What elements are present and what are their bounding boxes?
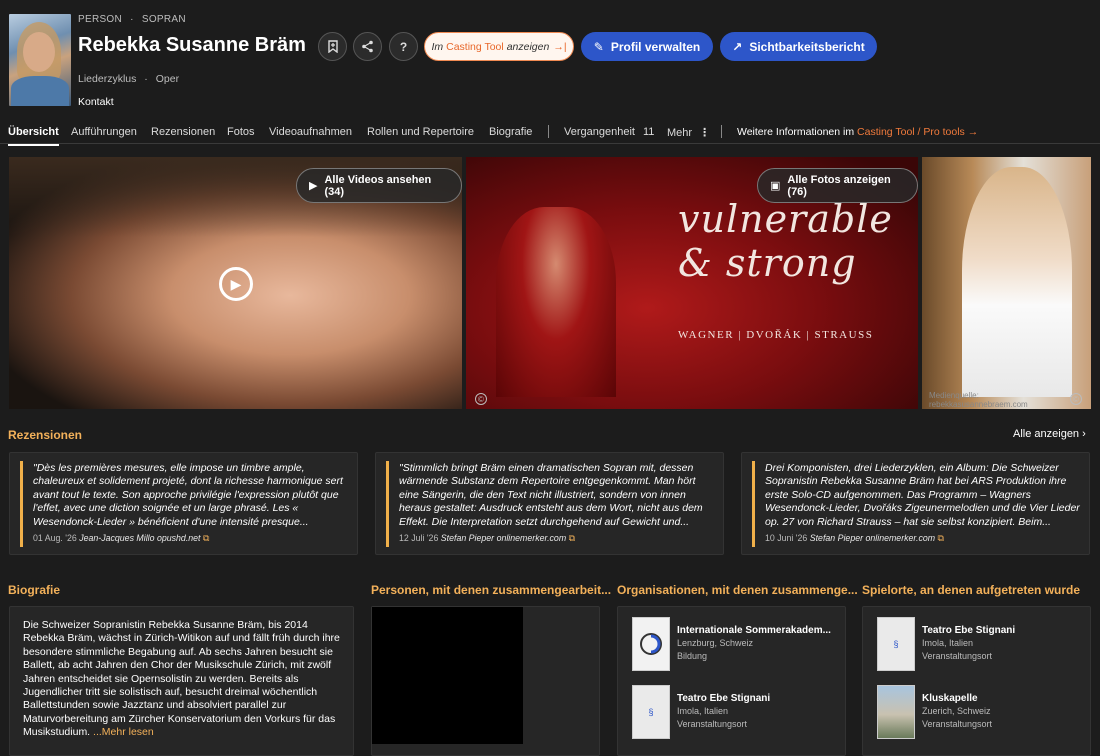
review-card[interactable]: Drei Komponisten, drei Liederzyklen, ein… [741, 452, 1090, 555]
tab-overview[interactable]: Übersicht [8, 126, 59, 146]
bookmark-button[interactable] [318, 32, 347, 61]
play-icon[interactable]: ▶ [219, 267, 253, 301]
profile-header: PERSON · SOPRAN Rebekka Susanne Bräm Lie… [0, 0, 1100, 118]
page-title: Rebekka Susanne Bräm [78, 34, 306, 56]
list-item[interactable]: Internationale Sommerakadem... Lenzburg,… [632, 617, 842, 673]
portrait-photo[interactable]: Medienquelle: rebekkasusannebraem.com © [922, 157, 1091, 409]
avatar[interactable] [9, 14, 71, 106]
visibility-report-button[interactable]: ↗ Sichtbarkeitsbericht [720, 32, 877, 61]
nav-divider [548, 125, 549, 138]
help-icon: ? [399, 39, 408, 54]
external-link-icon[interactable]: ⧉ [203, 533, 209, 543]
tab-biography[interactable]: Biografie [489, 126, 532, 138]
tab-roles[interactable]: Rollen und Repertoire [367, 126, 474, 138]
share-button[interactable] [353, 32, 382, 61]
review-card[interactable]: "Stimmlich bringt Bräm einen dramatische… [375, 452, 724, 555]
organization-logo [632, 617, 670, 671]
play-circle-icon: ▶ [309, 180, 318, 192]
profile-kind: PERSON · SOPRAN [78, 14, 186, 25]
media-gallery: ▶ Alle Videos ansehen (34) ▶ vulnerable … [9, 157, 1091, 409]
biography-heading: Biografie [8, 583, 61, 597]
biography-card: Die Schweizer Sopranistin Rebekka Susann… [9, 606, 354, 756]
list-item[interactable]: § Teatro Ebe Stignani Imola, Italien Ver… [877, 617, 1087, 673]
profile-tags: Liederzyklus · Oper [78, 73, 180, 85]
tab-reviews[interactable]: Rezensionen [151, 126, 215, 138]
people-card [371, 606, 600, 756]
all-videos-button[interactable]: ▶ Alle Videos ansehen (34) [296, 168, 462, 203]
external-arrow-icon: →| [553, 40, 567, 53]
bookmark-icon [327, 40, 338, 53]
tab-past[interactable]: Vergangenheit 11 [564, 126, 654, 138]
video-thumbnail[interactable]: ▶ Alle Videos ansehen (34) ▶ [9, 157, 462, 409]
media-source: Medienquelle: rebekkasusannebraem.com [929, 391, 1028, 409]
reviews-heading: Rezensionen [8, 428, 83, 442]
venue-logo: § [632, 685, 670, 739]
list-item[interactable]: Kluskapelle Zuerich, Schweiz Veranstaltu… [877, 685, 1087, 741]
trend-icon: ↗ [732, 39, 743, 54]
review-card[interactable]: "Dès les premières mesures, elle impose … [9, 452, 358, 555]
venue-logo: § [877, 617, 915, 671]
album-cover-photo[interactable]: vulnerable & strong WAGNER | DVOŘÁK | ST… [466, 157, 918, 409]
more-dots-icon: ⋮ [699, 127, 711, 139]
casting-tool-button[interactable]: Im Casting Tool anzeigen →| [424, 32, 574, 61]
organizations-heading: Organisationen, mit denen zusammenge... [617, 583, 858, 597]
venue-photo [877, 685, 915, 739]
contact-link[interactable]: Kontakt [78, 96, 114, 108]
tab-photos[interactable]: Fotos [227, 126, 255, 138]
venues-heading: Spielorte, an denen aufgetreten wurde [862, 583, 1081, 597]
external-link-icon[interactable]: ⧉ [569, 533, 575, 543]
more-info-link[interactable]: Weitere Informationen im Casting Tool / … [737, 126, 978, 138]
more-menu[interactable]: Mehr ⋮ [667, 126, 710, 139]
all-photos-button[interactable]: ▣ Alle Fotos anzeigen (76) [757, 168, 918, 203]
people-heading: Personen, mit denen zusammengearbeit... [371, 583, 612, 597]
help-button[interactable]: ? [389, 32, 418, 61]
read-more-link[interactable]: ...Mehr lesen [93, 726, 154, 738]
copyright-icon: © [1070, 393, 1082, 405]
tab-performances[interactable]: Aufführungen [71, 126, 137, 138]
chevron-right-icon: › [1082, 428, 1086, 440]
external-link-icon[interactable]: ⧉ [938, 533, 944, 543]
profile-tabs: Übersicht Aufführungen Rezensionen Fotos… [0, 118, 1100, 146]
nav-divider [721, 125, 722, 138]
all-reviews-link[interactable]: Alle anzeigen › [1013, 428, 1086, 440]
person-thumbnail[interactable] [372, 607, 523, 744]
copyright-icon: © [475, 393, 487, 405]
singer-photo [496, 207, 616, 397]
venues-card: § Teatro Ebe Stignani Imola, Italien Ver… [862, 606, 1091, 756]
gallery-icon: ▣ [770, 180, 781, 192]
organizations-card: Internationale Sommerakadem... Lenzburg,… [617, 606, 846, 756]
manage-profile-button[interactable]: ✎ Profil verwalten [581, 32, 713, 61]
pencil-icon: ✎ [593, 39, 604, 54]
tab-videos[interactable]: Videoaufnahmen [269, 126, 352, 138]
list-item[interactable]: § Teatro Ebe Stignani Imola, Italien Ver… [632, 685, 842, 741]
share-icon [362, 40, 373, 53]
